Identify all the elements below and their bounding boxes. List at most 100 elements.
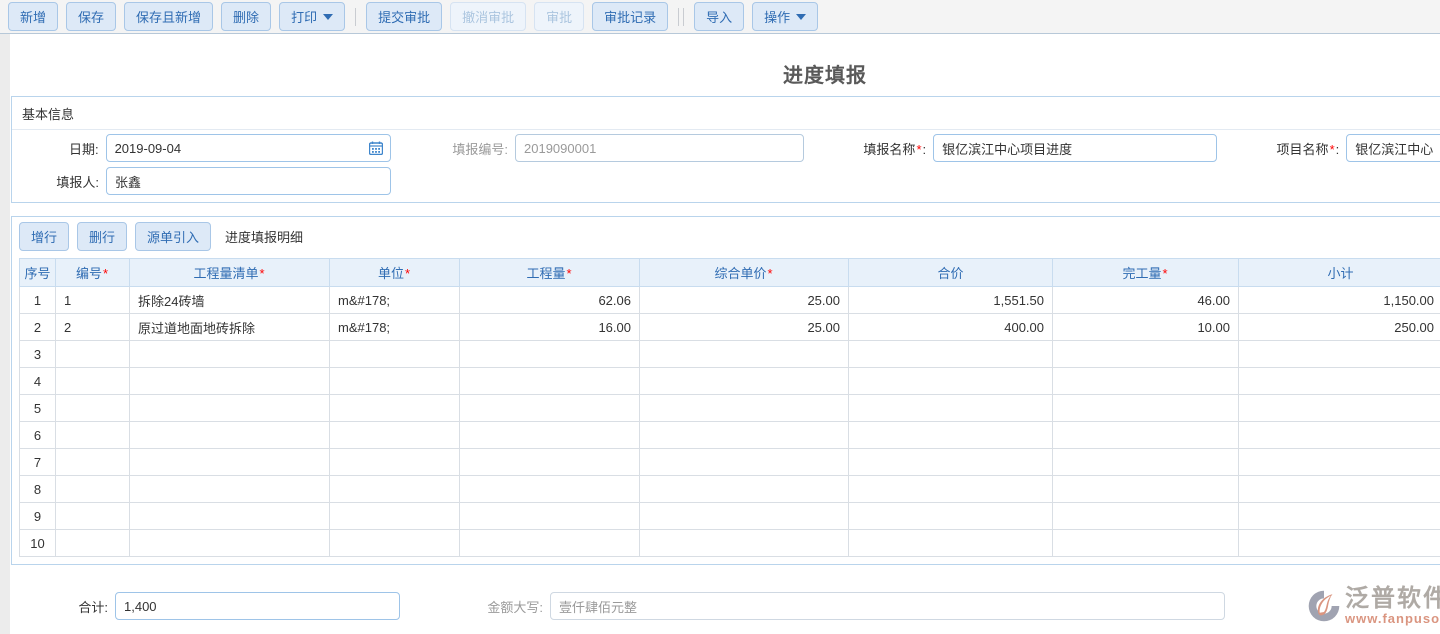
date-input[interactable]: [106, 134, 391, 162]
table-cell[interactable]: [460, 530, 640, 557]
table-cell[interactable]: [56, 530, 130, 557]
new-button[interactable]: 新增: [8, 2, 58, 31]
table-cell[interactable]: [1239, 422, 1440, 449]
table-row[interactable]: 6: [20, 422, 1440, 449]
delete-button[interactable]: 删除: [221, 2, 271, 31]
table-cell[interactable]: [1239, 530, 1440, 557]
table-cell[interactable]: [640, 503, 849, 530]
table-cell[interactable]: [330, 449, 460, 476]
table-cell[interactable]: [849, 476, 1053, 503]
table-cell[interactable]: [849, 341, 1053, 368]
table-cell[interactable]: 2: [56, 314, 130, 341]
table-cell[interactable]: 原过道地面地砖拆除: [130, 314, 330, 341]
table-cell[interactable]: [56, 476, 130, 503]
table-cell[interactable]: [460, 422, 640, 449]
table-cell[interactable]: m&#178;: [330, 287, 460, 314]
total-input[interactable]: [115, 592, 400, 620]
table-cell[interactable]: [330, 476, 460, 503]
table-cell[interactable]: [130, 395, 330, 422]
table-cell[interactable]: [460, 503, 640, 530]
table-cell[interactable]: m&#178;: [330, 314, 460, 341]
table-cell[interactable]: [640, 449, 849, 476]
submit-approval-button[interactable]: 提交审批: [366, 2, 442, 31]
save-button[interactable]: 保存: [66, 2, 116, 31]
table-cell[interactable]: 16.00: [460, 314, 640, 341]
table-cell[interactable]: [56, 449, 130, 476]
table-cell[interactable]: 1: [56, 287, 130, 314]
table-cell[interactable]: [1239, 476, 1440, 503]
table-cell[interactable]: [56, 368, 130, 395]
import-button[interactable]: 导入: [694, 2, 744, 31]
table-cell[interactable]: [330, 422, 460, 449]
table-cell[interactable]: [460, 341, 640, 368]
table-cell[interactable]: [640, 395, 849, 422]
table-cell[interactable]: [1053, 368, 1239, 395]
table-cell[interactable]: [130, 476, 330, 503]
table-cell[interactable]: 25.00: [640, 287, 849, 314]
table-cell[interactable]: [1239, 449, 1440, 476]
table-cell[interactable]: [1053, 530, 1239, 557]
reporter-input[interactable]: [106, 167, 391, 195]
operate-dropdown-button[interactable]: 操作: [752, 2, 818, 31]
table-cell[interactable]: [330, 503, 460, 530]
table-cell[interactable]: 拆除24砖墙: [130, 287, 330, 314]
table-cell[interactable]: [130, 341, 330, 368]
print-dropdown-button[interactable]: 打印: [279, 2, 345, 31]
table-row[interactable]: 9: [20, 503, 1440, 530]
table-cell[interactable]: 1,150.00: [1239, 287, 1440, 314]
table-cell[interactable]: [1053, 503, 1239, 530]
approval-records-button[interactable]: 审批记录: [592, 2, 668, 31]
table-row[interactable]: 4: [20, 368, 1440, 395]
table-row[interactable]: 5: [20, 395, 1440, 422]
table-row[interactable]: 11拆除24砖墙m&#178;62.0625.001,551.5046.001,…: [20, 287, 1440, 314]
table-cell[interactable]: [130, 368, 330, 395]
table-cell[interactable]: [130, 449, 330, 476]
report-name-input[interactable]: [933, 134, 1217, 162]
table-cell[interactable]: [1053, 395, 1239, 422]
table-cell[interactable]: [460, 368, 640, 395]
table-cell[interactable]: 10.00: [1053, 314, 1239, 341]
table-row[interactable]: 3: [20, 341, 1440, 368]
table-cell[interactable]: [1239, 368, 1440, 395]
table-cell[interactable]: [1053, 476, 1239, 503]
delete-row-button[interactable]: 删行: [77, 222, 127, 251]
table-cell[interactable]: 250.00: [1239, 314, 1440, 341]
table-cell[interactable]: [130, 530, 330, 557]
table-cell[interactable]: [640, 341, 849, 368]
table-cell[interactable]: [460, 395, 640, 422]
table-cell[interactable]: [1053, 422, 1239, 449]
table-cell[interactable]: [460, 476, 640, 503]
table-row[interactable]: 8: [20, 476, 1440, 503]
table-cell[interactable]: [640, 422, 849, 449]
table-cell[interactable]: [849, 449, 1053, 476]
table-row[interactable]: 10: [20, 530, 1440, 557]
table-cell[interactable]: [56, 422, 130, 449]
table-cell[interactable]: [330, 530, 460, 557]
table-cell[interactable]: [640, 368, 849, 395]
table-row[interactable]: 22原过道地面地砖拆除m&#178;16.0025.00400.0010.002…: [20, 314, 1440, 341]
table-cell[interactable]: [1053, 341, 1239, 368]
table-cell[interactable]: [330, 341, 460, 368]
table-cell[interactable]: [849, 503, 1053, 530]
source-import-button[interactable]: 源单引入: [135, 222, 211, 251]
table-cell[interactable]: 400.00: [849, 314, 1053, 341]
table-cell[interactable]: [849, 530, 1053, 557]
table-cell[interactable]: [1239, 503, 1440, 530]
table-cell[interactable]: [460, 449, 640, 476]
table-cell[interactable]: 25.00: [640, 314, 849, 341]
table-cell[interactable]: [640, 530, 849, 557]
table-cell[interactable]: [330, 368, 460, 395]
table-cell[interactable]: [640, 476, 849, 503]
table-cell[interactable]: [56, 341, 130, 368]
table-cell[interactable]: 62.06: [460, 287, 640, 314]
table-cell[interactable]: [330, 395, 460, 422]
table-cell[interactable]: [849, 395, 1053, 422]
table-cell[interactable]: [130, 503, 330, 530]
project-name-input[interactable]: [1346, 134, 1440, 162]
table-cell[interactable]: [56, 503, 130, 530]
table-cell[interactable]: [130, 422, 330, 449]
save-and-new-button[interactable]: 保存且新增: [124, 2, 213, 31]
add-row-button[interactable]: 增行: [19, 222, 69, 251]
table-cell[interactable]: [1239, 395, 1440, 422]
table-cell[interactable]: 46.00: [1053, 287, 1239, 314]
